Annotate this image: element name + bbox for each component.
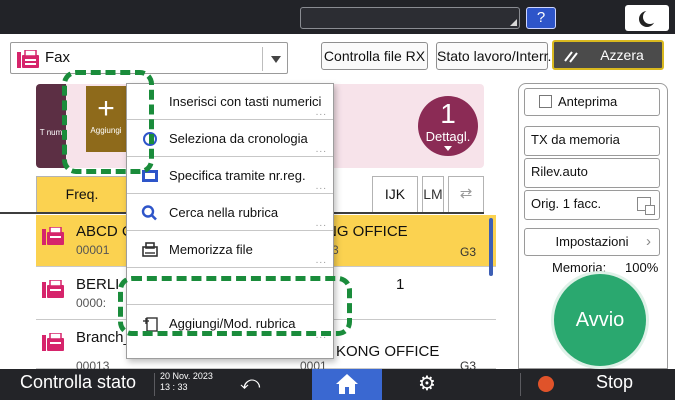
details-label: Dettagl. [425, 129, 471, 144]
more-dots: ... [315, 218, 327, 229]
auto-detect-label: Rilev.auto [531, 164, 588, 179]
original-sides-label: Orig. 1 facc. [531, 196, 602, 211]
reset-label: Azzera [600, 47, 644, 63]
settings-label: Impostazioni [555, 234, 629, 249]
tx-memory-label: TX da memoria [531, 132, 620, 147]
more-dots: ... [315, 144, 327, 155]
top-message-field[interactable] [300, 7, 520, 29]
reset-icon [564, 51, 578, 63]
time-text: 13 : 33 [160, 382, 188, 392]
menu-item-reg-number[interactable]: Specifica tramite nr.reg. ... [127, 158, 333, 194]
more-dots: ... [315, 181, 327, 192]
menu-item-label: Inserisci con tasti numerici [169, 94, 322, 109]
menu-item-numeric-keys[interactable]: Inserisci con tasti numerici ... [127, 84, 333, 120]
chevron-down-icon [444, 146, 452, 151]
home-button[interactable] [312, 369, 382, 400]
date-text: 20 Nov. 2023 [160, 371, 213, 381]
reset-button[interactable]: Azzera [552, 40, 664, 70]
app-selector[interactable]: Fax [10, 42, 288, 74]
check-status-button[interactable]: Controlla stato [20, 372, 136, 393]
scrollbar[interactable] [489, 218, 493, 276]
menu-item-store-file[interactable]: Memorizza file ... [127, 232, 333, 268]
fax-icon [17, 50, 39, 68]
swap-icon[interactable]: ⇄ [448, 176, 484, 212]
preview-label: Anteprima [558, 94, 618, 109]
menu-item-label: Specifica tramite nr.reg. [169, 168, 306, 183]
highlight-edit-address-book [118, 276, 352, 336]
memory-value: 100% [625, 260, 659, 275]
start-button[interactable]: Avvio [554, 274, 646, 366]
preview-toggle[interactable]: Anteprima [524, 88, 660, 116]
tab-frequent[interactable]: Freq. [36, 176, 128, 212]
contact-number: 0000: [76, 296, 107, 310]
divider [154, 373, 155, 396]
memory-label: Memoria: [552, 260, 607, 275]
check-rx-file-button[interactable]: Controlla file RX [321, 42, 428, 70]
system-top-bar: ? [0, 0, 675, 34]
divider [262, 47, 263, 71]
energy-saver-button[interactable] [625, 5, 669, 31]
contact-number: 00001 [76, 243, 110, 257]
tab-lm[interactable]: LM [422, 176, 444, 212]
checkbox[interactable] [539, 95, 552, 108]
moon-icon [643, 10, 657, 24]
contact-name: BERLI [76, 276, 120, 293]
divider [520, 373, 521, 396]
fax-icon [42, 227, 64, 245]
destination-details-button[interactable]: 1 Dettagl. [418, 96, 478, 156]
tx-memory-button[interactable]: TX da memoria [524, 126, 660, 156]
gear-icon[interactable]: ⚙ [418, 371, 436, 396]
menu-item-label: Cerca nella rubrica [169, 205, 279, 220]
highlight-add-button [62, 70, 154, 174]
more-dots: ... [315, 107, 327, 118]
home-icon [336, 374, 358, 394]
contact-name: 1 [396, 276, 405, 293]
chevron-right-icon: › [646, 233, 651, 250]
tab-ijk[interactable]: IJK [372, 176, 418, 212]
app-name: Fax [45, 49, 71, 66]
contact-name: NG OFFICE [326, 223, 408, 240]
menu-item-label: Memorizza file [169, 242, 253, 257]
protocol-label: G3 [460, 245, 477, 259]
job-status-button[interactable]: Stato lavoro/Interr. [436, 42, 551, 70]
storage-icon [142, 242, 158, 257]
clock: 20 Nov. 2023 13 : 33 [160, 371, 213, 393]
settings-button[interactable]: Impostazioni › [524, 228, 660, 256]
original-sides-button[interactable]: Orig. 1 facc. [524, 190, 660, 220]
system-bottom-bar: Controlla stato 20 Nov. 2023 13 : 33 ⤺ ⚙… [0, 369, 675, 400]
menu-item-label: Seleziona da cronologia [169, 131, 308, 146]
help-button[interactable]: ? [526, 7, 556, 29]
stop-icon [538, 376, 554, 392]
fax-icon [42, 280, 64, 298]
contact-name: KONG OFFICE [336, 343, 440, 360]
fax-icon [42, 333, 64, 351]
destination-count: 1 [440, 98, 456, 129]
chevron-down-icon [271, 56, 281, 63]
back-icon[interactable]: ⤺ [240, 373, 260, 395]
duplex-icon [637, 197, 655, 215]
auto-detect-button[interactable]: Rilev.auto [524, 158, 660, 188]
expand-corner-icon [510, 19, 517, 26]
menu-item-search-address-book[interactable]: Cerca nella rubrica ... [127, 195, 333, 231]
search-icon [141, 205, 157, 221]
menu-item-history[interactable]: Seleziona da cronologia ... [127, 121, 333, 157]
more-dots: ... [315, 255, 327, 266]
stop-button[interactable]: Stop [596, 372, 633, 393]
